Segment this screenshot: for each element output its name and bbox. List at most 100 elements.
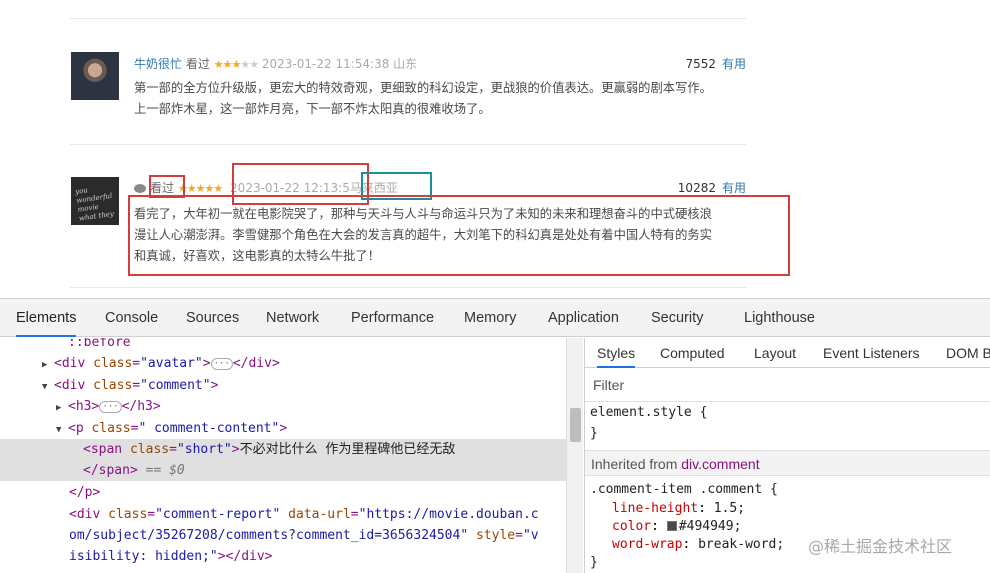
dom-node-selected[interactable]: </span> == $0 xyxy=(0,460,566,481)
rating-stars: ★★★★★ xyxy=(214,58,259,71)
tab-layout[interactable]: Layout xyxy=(754,338,796,368)
attr-value: "short" xyxy=(176,442,232,457)
dom-tree[interactable]: ::before ▶ <div class="avatar"> ··· </div> … xyxy=(0,338,566,573)
watermark: @稀土掘金技术社区 xyxy=(808,537,953,556)
avatar[interactable] xyxy=(71,52,119,100)
css-value[interactable]: break-word; xyxy=(698,537,784,552)
dom-node[interactable]: ▶ <div class="avatar"> ··· </div> xyxy=(0,353,566,374)
tab-application[interactable]: Application xyxy=(548,299,619,337)
comment-line: 第一部的全方位升级版，更宏大的特效奇观，更细致的科幻设定，更战狼的价值表达。更赢… xyxy=(134,81,712,95)
css-declaration[interactable]: color: #494949; xyxy=(612,519,741,534)
attr-name: class xyxy=(91,421,131,436)
highlight-content-box xyxy=(128,195,790,276)
tab-computed[interactable]: Computed xyxy=(660,338,725,368)
expand-arrow-icon[interactable]: ▶ xyxy=(42,355,54,376)
star-icon: ★ xyxy=(249,58,259,71)
styles-tabbar: Styles Computed Layout Event Listeners D… xyxy=(585,338,990,368)
tab-dom-breakpoints[interactable]: DOM B xyxy=(946,338,990,368)
pseudo-element[interactable]: ::before xyxy=(68,338,131,350)
dom-node[interactable]: </p> xyxy=(0,482,566,503)
username-link[interactable]: 牛奶很忙 xyxy=(134,57,182,71)
comment-location: 山东 xyxy=(393,57,418,71)
comment-time: 2023-01-22 11:54:38 xyxy=(261,57,390,71)
attr-value[interactable]: om/subject/35267208/comments?comment_id=… xyxy=(69,528,468,543)
attr-name: class xyxy=(129,442,170,457)
rule-selector[interactable]: .comment-item .comment { xyxy=(590,482,778,497)
tab-performance[interactable]: Performance xyxy=(351,299,434,337)
css-property[interactable]: word-wrap xyxy=(612,537,682,552)
element-style-rule[interactable]: element.style { xyxy=(590,405,707,420)
dom-node[interactable]: isibility: hidden;"></div> xyxy=(0,546,566,567)
tab-console[interactable]: Console xyxy=(105,299,158,337)
inherited-label: Inherited from xyxy=(591,456,678,472)
attr-value: "v xyxy=(522,528,539,543)
tab-memory[interactable]: Memory xyxy=(464,299,516,337)
dom-node[interactable]: ▼ <p class=" comment-content"> xyxy=(0,418,566,439)
tab-event-listeners[interactable]: Event Listeners xyxy=(823,338,920,368)
dom-node[interactable]: ::before xyxy=(0,338,566,353)
tab-lighthouse[interactable]: Lighthouse xyxy=(744,299,815,337)
comment-line: 上一部炸木星，这一部炸月亮，下一部不炸太阳真的很难收场了。 xyxy=(134,102,491,116)
divider xyxy=(70,287,746,288)
attr-name: data-url xyxy=(288,507,351,522)
comments-page: 牛奶很忙 看过 ★★★★★ 2023-01-22 11:54:38 山东 755… xyxy=(0,0,990,298)
attr-value: "comment-report" xyxy=(155,507,281,522)
avatar[interactable]: you wonderful movie what they xyxy=(71,177,119,225)
text-node: 不必对比什么 作为里程碑他已经无敌 xyxy=(239,442,456,457)
collapse-arrow-icon[interactable]: ▼ xyxy=(56,420,68,441)
dom-node[interactable]: <div class="comment-report" data-url="ht… xyxy=(0,504,566,525)
attr-name: class xyxy=(93,356,133,371)
attr-value: isibility: hidden;" xyxy=(69,549,218,564)
tab-sources[interactable]: Sources xyxy=(186,299,239,337)
collapse-arrow-icon[interactable]: ▼ xyxy=(42,377,54,398)
css-value[interactable]: 1.5; xyxy=(714,501,745,516)
ellipsis-icon[interactable]: ··· xyxy=(210,357,233,370)
css-declaration[interactable]: word-wrap: break-word; xyxy=(612,537,784,552)
dom-node[interactable]: om/subject/35267208/comments?comment_id=… xyxy=(0,525,566,546)
css-property[interactable]: color xyxy=(612,519,651,534)
scrollbar-thumb[interactable] xyxy=(570,408,581,442)
attr-value[interactable]: "https://movie.douban.c xyxy=(359,507,539,522)
divider xyxy=(70,144,746,145)
css-property[interactable]: line-height xyxy=(612,501,698,516)
status-label: 看过 xyxy=(185,57,210,71)
css-value[interactable]: #494949; xyxy=(679,519,742,534)
inherited-header: Inherited from div.comment xyxy=(585,450,990,476)
css-declaration[interactable]: line-height: 1.5; xyxy=(612,501,745,516)
attr-value: " comment-content" xyxy=(138,421,280,436)
attr-name: class xyxy=(108,507,148,522)
attr-value: "avatar" xyxy=(140,356,203,371)
expand-arrow-icon[interactable]: ▶ xyxy=(56,398,68,419)
star-icon: ★ xyxy=(204,182,214,195)
tag-close: </h3> xyxy=(121,399,161,414)
dom-node[interactable]: ▶ <h3> ··· </h3> xyxy=(0,396,566,417)
comment-content: 第一部的全方位升级版，更宏大的特效奇观，更细致的科幻设定，更战狼的价值表达。更赢… xyxy=(134,78,754,120)
useful-button[interactable]: 有用 xyxy=(722,181,746,195)
color-swatch-icon[interactable] xyxy=(666,521,677,531)
ellipsis-icon[interactable]: ··· xyxy=(99,400,122,413)
tag-close: ></div> xyxy=(217,549,273,564)
useful-button[interactable]: 有用 xyxy=(722,57,746,71)
attr-name: class xyxy=(93,378,133,393)
tag-close: </span> xyxy=(83,463,138,478)
attr-name: style xyxy=(476,528,516,543)
tab-network[interactable]: Network xyxy=(266,299,319,337)
star-icon: ★ xyxy=(213,182,223,195)
vote-count: 10282 有用 xyxy=(660,179,746,196)
rule-close-brace: } xyxy=(590,555,598,570)
star-icon: ★ xyxy=(240,58,250,71)
comment-header: 牛奶很忙 看过 ★★★★★ 2023-01-22 11:54:38 山东 xyxy=(134,55,417,72)
styles-filter-input[interactable]: Filter xyxy=(585,369,990,402)
dom-scrollbar[interactable] xyxy=(566,338,583,573)
tab-elements[interactable]: Elements xyxy=(16,299,77,337)
dom-node[interactable]: ▼ <div class="comment"> xyxy=(0,375,566,396)
dom-node-selected[interactable]: <span class="short">不必对比什么 作为里程碑他已经无敌 xyxy=(0,439,566,460)
tag-close: </div> xyxy=(232,356,280,371)
inherited-source-link[interactable]: div.comment xyxy=(681,456,759,472)
divider xyxy=(70,18,746,19)
star-icon: ★ xyxy=(231,58,241,71)
devtools-tabbar: Elements Console Sources Network Perform… xyxy=(0,299,990,337)
tab-security[interactable]: Security xyxy=(651,299,703,337)
tab-styles[interactable]: Styles xyxy=(597,338,636,368)
star-icon: ★ xyxy=(186,182,197,195)
